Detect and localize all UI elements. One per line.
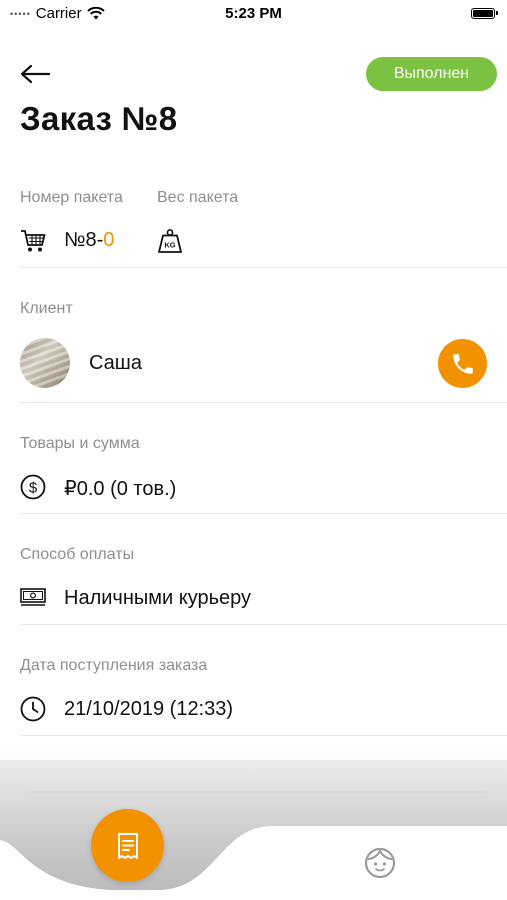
- client-name: Саша: [89, 352, 142, 374]
- child-face-icon: [364, 847, 396, 879]
- status-time: 5:23 PM: [225, 5, 282, 22]
- page-title: Заказ №8: [20, 100, 178, 137]
- tab-bar: [0, 760, 507, 900]
- order-status-badge: Выполнен: [366, 57, 497, 91]
- order-date-label: Дата поступления заказа: [20, 657, 208, 674]
- call-client-button[interactable]: [438, 339, 487, 388]
- divider: [20, 735, 507, 736]
- phone-icon: [452, 353, 473, 374]
- divider: [20, 402, 507, 403]
- package-number-label: Номер пакета: [20, 189, 123, 206]
- battery-icon: [471, 8, 498, 19]
- client-label: Клиент: [20, 300, 73, 317]
- status-bar: ••••• Carrier 5:23 PM: [0, 0, 507, 28]
- back-button[interactable]: [18, 60, 52, 88]
- weight-kg-icon: KG: [158, 229, 182, 253]
- package-number-suffix: 0: [103, 229, 115, 251]
- svg-text:$: $: [29, 480, 38, 497]
- divider: [20, 624, 507, 625]
- package-number: №8-0: [64, 229, 114, 252]
- payment-label: Способ оплаты: [20, 546, 135, 563]
- divider: [20, 513, 507, 514]
- receipt-icon: [117, 832, 138, 859]
- goods-value: ₽0.0 (0 тов.): [64, 478, 177, 500]
- tab-orders[interactable]: [91, 809, 164, 882]
- svg-text:KG: KG: [164, 241, 175, 250]
- cash-icon: [20, 588, 46, 606]
- client-avatar: [20, 338, 70, 388]
- payment-value: Наличными курьеру: [64, 587, 252, 609]
- package-weight-label: Вес пакета: [157, 189, 239, 206]
- tab-profile[interactable]: [364, 847, 396, 879]
- divider: [20, 267, 507, 268]
- back-arrow-icon: [20, 64, 51, 84]
- order-date-value: 21/10/2019 (12:33): [64, 698, 234, 720]
- goods-label: Товары и сумма: [20, 435, 140, 452]
- cart-icon: [21, 230, 46, 252]
- dollar-coin-icon: $: [20, 474, 46, 500]
- package-number-prefix: №8-: [64, 229, 104, 251]
- clock-icon: [20, 696, 46, 722]
